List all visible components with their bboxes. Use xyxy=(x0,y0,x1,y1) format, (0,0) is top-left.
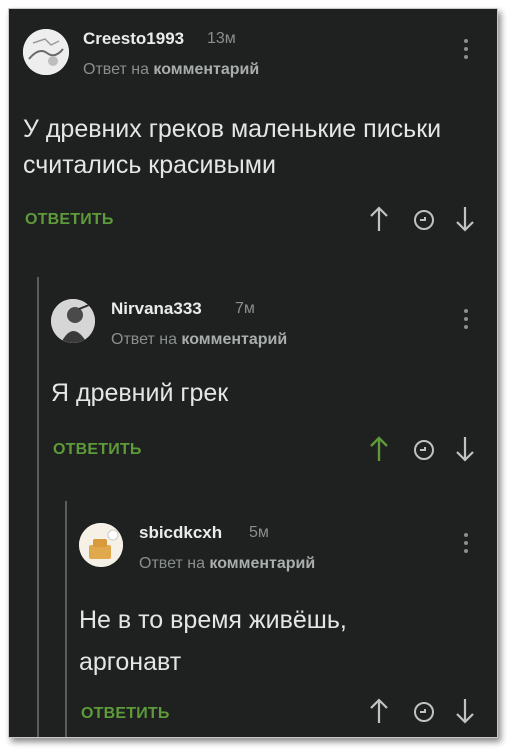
reply-prefix: Ответ на xyxy=(111,331,177,348)
avatar[interactable] xyxy=(51,299,95,343)
arrow-up-icon[interactable] xyxy=(369,697,389,725)
comment-text: У древних греков маленькие письки считал… xyxy=(23,115,442,179)
comment-text: Не в то время живёшь, аргонавт xyxy=(79,606,347,676)
timestamp: 7м xyxy=(235,300,255,317)
reply-button[interactable]: ОТВЕТИТЬ xyxy=(25,211,114,229)
reply-to-line: Ответ на комментарий xyxy=(111,331,287,349)
username[interactable]: Creesto1993 xyxy=(83,29,184,49)
username[interactable]: sbicdkcxh xyxy=(139,523,222,543)
avatar[interactable] xyxy=(23,29,69,75)
arrow-down-icon[interactable] xyxy=(455,205,475,233)
comment-2: Nirvana333 7м Ответ на комментарий Я дре… xyxy=(9,279,497,489)
clock-icon[interactable] xyxy=(413,701,435,723)
clock-icon[interactable] xyxy=(413,209,435,231)
arrow-up-icon[interactable] xyxy=(369,205,389,233)
timestamp: 5м xyxy=(249,524,269,541)
arrow-down-icon[interactable] xyxy=(455,435,475,463)
clock-icon[interactable] xyxy=(413,439,435,461)
avatar[interactable] xyxy=(79,523,123,567)
reply-target-link[interactable]: комментарий xyxy=(181,331,287,348)
comment-1: Creesto1993 13м Ответ на комментарий У д… xyxy=(9,9,497,259)
reply-target-link[interactable]: комментарий xyxy=(153,61,259,78)
arrow-down-icon[interactable] xyxy=(455,697,475,725)
reply-to-line: Ответ на комментарий xyxy=(139,555,315,573)
reply-button[interactable]: ОТВЕТИТЬ xyxy=(81,705,170,723)
reply-target-link[interactable]: комментарий xyxy=(209,555,315,572)
kebab-menu-icon[interactable] xyxy=(461,39,471,65)
reply-prefix: Ответ на xyxy=(83,61,149,78)
arrow-up-icon[interactable] xyxy=(369,435,389,463)
kebab-menu-icon[interactable] xyxy=(461,309,471,335)
reply-prefix: Ответ на xyxy=(139,555,205,572)
username[interactable]: Nirvana333 xyxy=(111,299,202,319)
timestamp: 13м xyxy=(207,30,236,47)
reply-to-line: Ответ на комментарий xyxy=(83,61,259,79)
kebab-menu-icon[interactable] xyxy=(461,533,471,559)
comment-thread: Creesto1993 13м Ответ на комментарий У д… xyxy=(8,8,498,738)
reply-button[interactable]: ОТВЕТИТЬ xyxy=(53,441,142,459)
comment-text: Я древний грек xyxy=(51,379,229,407)
comment-3: sbicdkcxh 5м Ответ на комментарий Не в т… xyxy=(9,503,497,737)
